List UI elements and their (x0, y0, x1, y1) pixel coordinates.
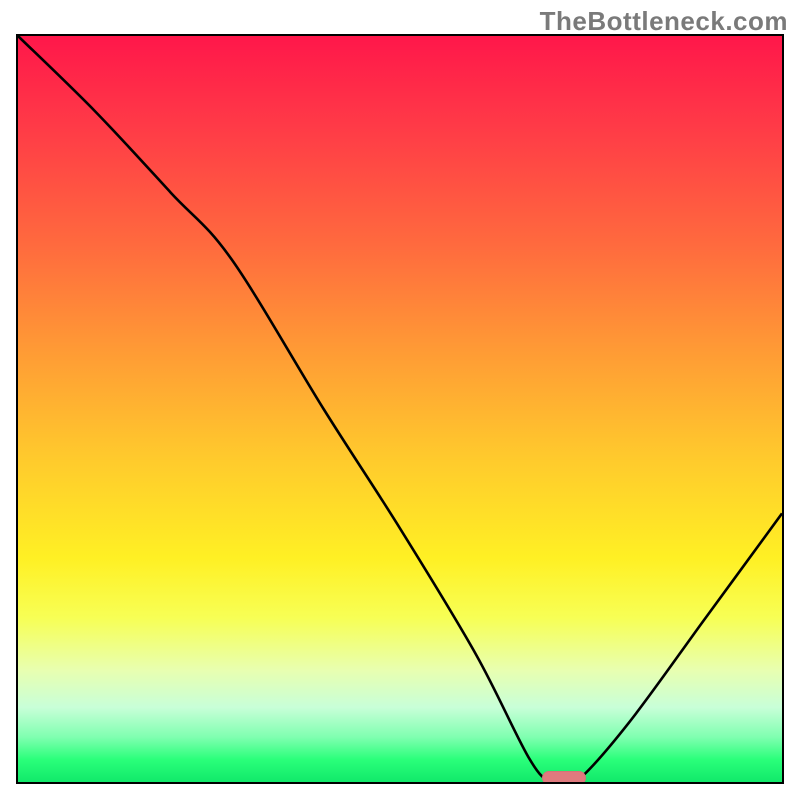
watermark-text: TheBottleneck.com (540, 6, 788, 37)
heatmap-gradient-background (18, 36, 782, 782)
chart-stage: TheBottleneck.com (0, 0, 800, 800)
plot-frame (16, 34, 784, 784)
